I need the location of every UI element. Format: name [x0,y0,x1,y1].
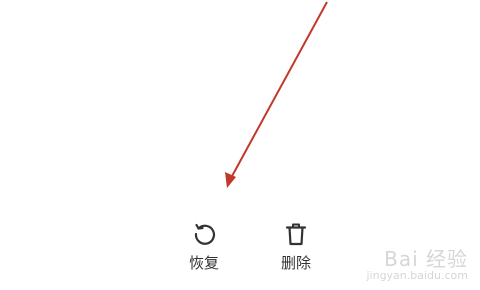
restore-icon [194,223,216,245]
watermark-logo: Bai 经验 [384,247,468,271]
restore-button[interactable]: 恢复 [174,220,234,272]
baidu-jingyan-watermark: Bai 经验 jingyan.baidu.com [366,248,468,282]
restore-label: 恢复 [188,254,219,272]
watermark-url: jingyan.baidu.com [366,269,468,282]
trash-icon [285,223,307,246]
delete-button[interactable]: 删除 [266,220,326,272]
delete-label: 删除 [280,254,311,272]
